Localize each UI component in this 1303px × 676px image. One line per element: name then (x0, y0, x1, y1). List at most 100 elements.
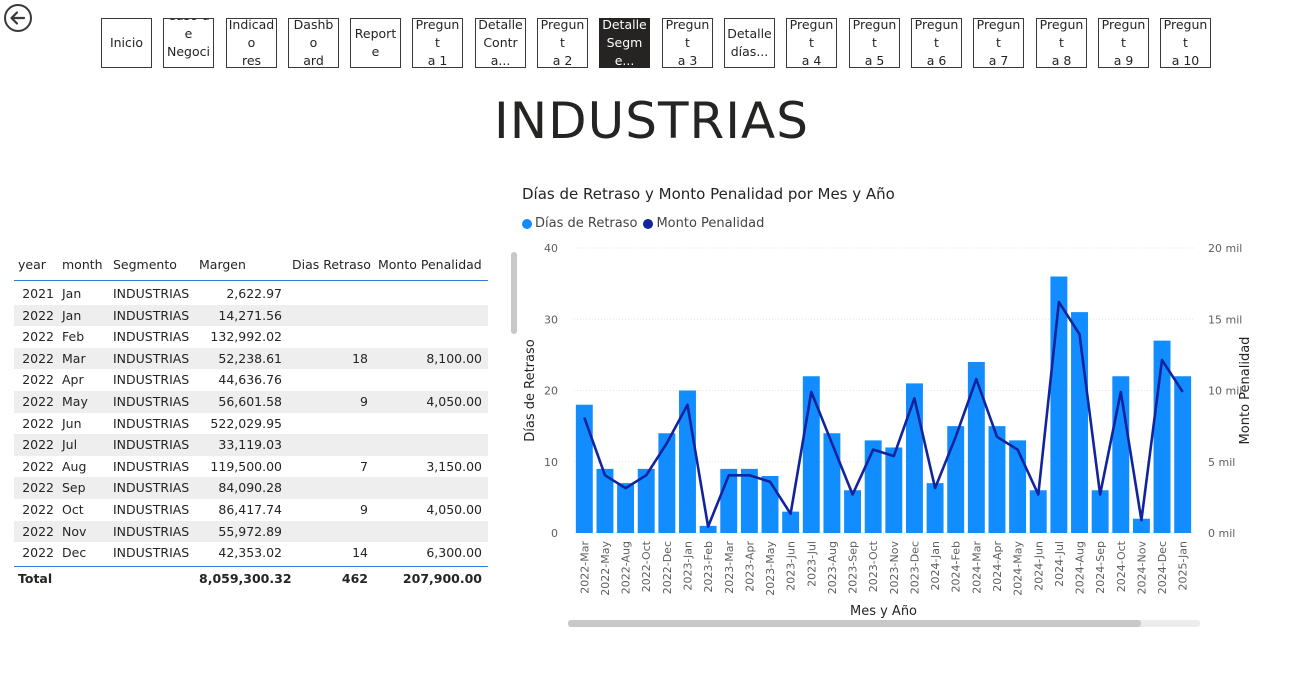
nav-button-3[interactable]: Indicado res (226, 18, 277, 68)
cell-dias (292, 477, 368, 499)
cell-year: 2022 (22, 393, 54, 409)
cell-segment: INDUSTRIAS (113, 329, 190, 345)
y2-axis-title: Monto Penalidad (1238, 337, 1253, 445)
total-dias: 462 (341, 571, 368, 586)
cell-margin: 119,500.00 (210, 458, 282, 474)
cell-monto (378, 283, 482, 305)
bar-dias-retraso (1091, 490, 1109, 533)
nav-button-16[interactable]: Pregunt a 8 (1036, 18, 1087, 68)
cell-month: Jan (62, 307, 82, 323)
table-row[interactable]: 2022 Jan INDUSTRIAS 14,271.56 (14, 304, 488, 327)
y-tick-label: 30 (544, 313, 558, 326)
table-row[interactable]: 2021 Jan INDUSTRIAS 2,622.97 (14, 283, 488, 305)
bar-dias-retraso (1009, 440, 1027, 533)
nav-button-13[interactable]: Pregunt a 5 (849, 18, 900, 68)
x-tick-label: 2023-May (764, 541, 777, 596)
cell-year: 2022 (22, 545, 54, 561)
legend-label-dias: Días de Retraso (535, 216, 638, 231)
y2-tick-label: 0 mil (1208, 527, 1235, 540)
cell-monto: 4,050.00 (426, 393, 482, 409)
table-row[interactable]: 2022 May INDUSTRIAS 56,601.58 9 4,050.00 (14, 390, 488, 413)
cell-segment: INDUSTRIAS (113, 458, 190, 474)
table-row[interactable]: 2022 Jul INDUSTRIAS 33,119.03 (14, 434, 488, 456)
header-dias-retraso[interactable]: Dias Retraso (292, 250, 371, 280)
header-segment[interactable]: Segmento (113, 250, 203, 280)
nav-button-14[interactable]: Pregunt a 6 (911, 18, 962, 68)
bar-dias-retraso (864, 440, 882, 533)
y-tick-label: 10 (544, 456, 558, 469)
table-row[interactable]: 2022 Aug INDUSTRIAS 119,500.00 7 3,150.00 (14, 456, 488, 478)
cell-segment: INDUSTRIAS (113, 415, 190, 431)
nav-button-1[interactable]: Inicio (101, 18, 152, 68)
cell-monto: 3,150.00 (426, 458, 482, 474)
table-row[interactable]: 2022 Jun INDUSTRIAS 522,029.95 (14, 413, 488, 435)
nav-button-5[interactable]: Reporte (350, 18, 401, 68)
nav-button-2[interactable]: Caso de Negocio (163, 18, 214, 68)
cell-monto (378, 434, 482, 456)
legend-item-monto[interactable]: Monto Penalidad (643, 216, 764, 231)
nav-button-4[interactable]: Dashbo ard (288, 18, 339, 68)
x-tick-label: 2024-Nov (1135, 541, 1148, 595)
nav-button-7[interactable]: Detalle Contra... (475, 18, 526, 68)
x-tick-label: 2023-Jun (785, 541, 798, 591)
table-row[interactable]: 2022 Nov INDUSTRIAS 55,972.89 (14, 520, 488, 543)
bar-dias-retraso (1029, 490, 1047, 533)
header-month[interactable]: month (62, 250, 106, 280)
cell-dias (292, 521, 368, 543)
cell-month: Jun (62, 415, 82, 431)
cell-month: Jan (62, 286, 82, 301)
table-row[interactable]: 2022 Sep INDUSTRIAS 84,090.28 (14, 477, 488, 499)
nav-button-6[interactable]: Pregunt a 1 (412, 18, 463, 68)
cell-month: Mar (62, 350, 86, 366)
cell-year: 2022 (22, 415, 54, 431)
nav-button-11[interactable]: Detalle días... (724, 18, 775, 68)
y2-tick-label: 5 mil (1208, 456, 1235, 469)
cell-monto: 8,100.00 (426, 350, 482, 366)
table-header-row: year month Segmento Margen Dias Retraso … (14, 250, 488, 281)
table-row[interactable]: 2022 Dec INDUSTRIAS 42,353.02 14 6,300.00 (14, 542, 488, 564)
cell-segment: INDUSTRIAS (113, 286, 190, 301)
cell-dias: 18 (352, 350, 368, 366)
header-year[interactable]: year (18, 250, 54, 280)
cell-dias: 9 (360, 501, 368, 517)
nav-button-18[interactable]: Pregunt a 10 (1160, 18, 1211, 68)
nav-button-9[interactable]: Detalle Segme... (599, 18, 650, 68)
header-monto-penalidad[interactable]: Monto Penalidad (378, 250, 482, 280)
total-label: Total (18, 571, 53, 586)
nav-button-8[interactable]: Pregunt a 2 (537, 18, 588, 68)
nav-button-12[interactable]: Pregunt a 4 (786, 18, 837, 68)
table-total-row: Total 8,059,300.32 462 207,900.00 (14, 566, 488, 591)
nav-button-17[interactable]: Pregunt a 9 (1098, 18, 1149, 68)
y-axis-title: Días de Retraso (523, 339, 538, 442)
legend-item-dias[interactable]: Días de Retraso (522, 216, 637, 231)
legend-dot-dias (522, 218, 532, 229)
x-tick-label: 2022-Mar (578, 541, 591, 594)
table-row[interactable]: 2022 Feb INDUSTRIAS 132,992.02 (14, 326, 488, 348)
header-margin[interactable]: Margen (199, 250, 282, 280)
x-tick-label: 2024-Mar (970, 541, 983, 594)
y-tick-label: 20 (544, 385, 558, 398)
table-row[interactable]: 2022 Apr INDUSTRIAS 44,636.76 (14, 369, 488, 391)
chart-scroll-thumb[interactable] (568, 620, 1141, 627)
bar-dias-retraso (926, 483, 944, 533)
cell-monto (378, 369, 482, 391)
cell-month: Aug (62, 458, 87, 474)
cell-margin: 52,238.61 (218, 350, 282, 366)
legend-label-monto: Monto Penalidad (656, 216, 765, 231)
bar-dias-retraso (1050, 276, 1068, 533)
cell-margin: 2,622.97 (226, 286, 282, 301)
table-row[interactable]: 2022 Oct INDUSTRIAS 86,417.74 9 4,050.00 (14, 499, 488, 521)
cell-segment: INDUSTRIAS (113, 480, 190, 496)
cell-year: 2022 (22, 307, 54, 323)
cell-year: 2022 (22, 501, 54, 517)
table-row[interactable]: 2022 Mar INDUSTRIAS 52,238.61 18 8,100.00 (14, 347, 488, 370)
page-navigation: InicioCaso de NegocioIndicado resDashbo … (0, 0, 1303, 80)
bar-dias-retraso (885, 447, 903, 533)
x-tick-label: 2022-Dec (661, 541, 674, 594)
nav-button-15[interactable]: Pregunt a 7 (973, 18, 1024, 68)
segment-detail-table: year month Segmento Margen Dias Retraso … (14, 250, 488, 586)
bar-dias-retraso (761, 476, 779, 533)
x-tick-label: 2024-Jul (1053, 541, 1066, 587)
nav-button-10[interactable]: Pregunt a 3 (662, 18, 713, 68)
bar-dias-retraso (967, 362, 985, 533)
